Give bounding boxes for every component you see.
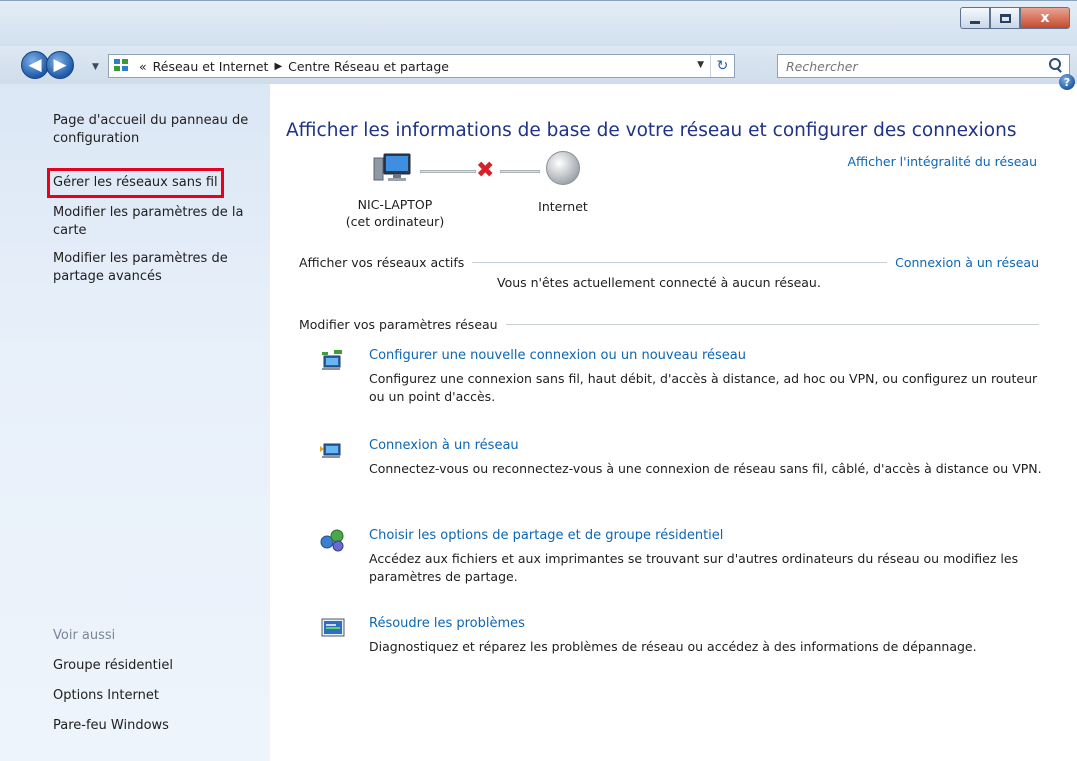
refresh-button[interactable]: ↻ bbox=[710, 55, 734, 77]
internet-globe-icon bbox=[546, 151, 580, 185]
computer-icon bbox=[373, 153, 411, 181]
minimize-button[interactable] bbox=[960, 7, 990, 29]
back-arrow-icon: ◀ bbox=[28, 55, 42, 75]
homegroup-sharing-icon bbox=[320, 529, 344, 552]
breadcrumb-overflow[interactable]: « bbox=[139, 59, 147, 74]
breadcrumb-centre-reseau[interactable]: Centre Réseau et partage bbox=[288, 59, 449, 74]
breadcrumb-reseau-internet[interactable]: Réseau et Internet bbox=[153, 59, 269, 74]
change-advanced-sharing-link[interactable]: Modifier les paramètres de partage avanc… bbox=[53, 250, 253, 286]
connection-line-left bbox=[420, 170, 476, 173]
navigation-bar: ◀ ▶ ▼ « Réseau et Internet ▶ Centre Rése… bbox=[0, 46, 1077, 84]
troubleshoot-link[interactable]: Résoudre les problèmes bbox=[369, 616, 525, 631]
task-connect-network: Connexion à un réseau Connectez-vous ou … bbox=[320, 438, 1042, 508]
window-titlebar: x bbox=[0, 0, 1077, 46]
breadcrumb-separator-icon[interactable]: ▶ bbox=[274, 61, 282, 72]
maximize-icon bbox=[999, 13, 1011, 23]
task-sharing-options: Choisir les options de partage et de gro… bbox=[320, 528, 1040, 598]
connection-line-right bbox=[500, 170, 540, 173]
minimize-icon bbox=[970, 20, 980, 24]
task-troubleshoot: Résoudre les problèmes Diagnostiquez et … bbox=[320, 616, 1040, 666]
maximize-button[interactable] bbox=[990, 7, 1020, 29]
change-adapter-settings-link[interactable]: Modifier les paramètres de la carte bbox=[53, 204, 263, 240]
connect-network-icon bbox=[320, 443, 341, 458]
sharing-options-link[interactable]: Choisir les options de partage et de gro… bbox=[369, 528, 723, 543]
control-panel-home-link[interactable]: Page d'accueil du panneau de configurati… bbox=[53, 112, 263, 148]
change-settings-header: Modifier vos paramètres réseau bbox=[299, 317, 1039, 332]
setup-connection-description: Configurez une connexion sans fil, haut … bbox=[369, 371, 1038, 404]
troubleshoot-description: Diagnostiquez et réparez les problèmes d… bbox=[369, 639, 977, 654]
see-also-header: Voir aussi bbox=[53, 628, 116, 643]
computer-subtitle: (cet ordinateur) bbox=[345, 214, 445, 229]
search-icon[interactable] bbox=[1049, 58, 1063, 72]
connect-to-network-link[interactable]: Connexion à un réseau bbox=[895, 255, 1039, 270]
not-connected-status: Vous n'êtes actuellement connecté à aucu… bbox=[497, 275, 821, 290]
task-pane: Page d'accueil du panneau de configurati… bbox=[0, 84, 270, 761]
page-title: Afficher les informations de base de vot… bbox=[286, 120, 1017, 141]
active-networks-label: Afficher vos réseaux actifs bbox=[299, 255, 465, 270]
forward-button[interactable]: ▶ bbox=[46, 51, 74, 79]
connect-network-description: Connectez-vous ou reconnectez-vous à une… bbox=[369, 461, 1042, 476]
disconnected-x-icon: ✖ bbox=[476, 158, 495, 183]
back-button[interactable]: ◀ bbox=[21, 51, 49, 79]
close-button[interactable]: x bbox=[1020, 7, 1070, 29]
internet-label: Internet bbox=[538, 199, 588, 214]
recent-pages-dropdown[interactable]: ▼ bbox=[92, 62, 99, 72]
help-icon[interactable]: ? bbox=[1059, 74, 1075, 90]
network-folder-icon bbox=[113, 58, 131, 74]
see-full-map-link[interactable]: Afficher l'intégralité du réseau bbox=[847, 154, 1037, 169]
connect-network-link[interactable]: Connexion à un réseau bbox=[369, 438, 519, 453]
see-also-homegroup-link[interactable]: Groupe résidentiel bbox=[53, 657, 173, 675]
address-bar[interactable]: « Réseau et Internet ▶ Centre Réseau et … bbox=[108, 54, 735, 78]
address-dropdown-icon[interactable]: ▼ bbox=[697, 60, 704, 70]
task-setup-connection: Configurer une nouvelle connexion ou un … bbox=[320, 348, 1040, 418]
change-settings-label: Modifier vos paramètres réseau bbox=[299, 317, 498, 332]
manage-wireless-networks-link[interactable]: Gérer les réseaux sans fil bbox=[47, 168, 224, 198]
close-icon: x bbox=[1040, 10, 1050, 26]
sharing-options-description: Accédez aux fichiers et aux imprimantes … bbox=[369, 551, 1019, 584]
forward-arrow-icon: ▶ bbox=[53, 55, 67, 75]
troubleshoot-icon bbox=[321, 618, 345, 637]
main-content: ? Afficher les informations de base de v… bbox=[270, 74, 1077, 761]
setup-connection-link[interactable]: Configurer une nouvelle connexion ou un … bbox=[369, 348, 746, 363]
computer-node: NIC-LAPTOP (cet ordinateur) bbox=[330, 196, 460, 230]
section-divider bbox=[505, 324, 1039, 325]
see-also-internet-options-link[interactable]: Options Internet bbox=[53, 687, 159, 705]
section-divider bbox=[472, 262, 888, 263]
new-connection-icon bbox=[322, 350, 342, 370]
search-input[interactable] bbox=[778, 55, 1028, 77]
active-networks-header: Afficher vos réseaux actifs Connexion à … bbox=[299, 255, 1039, 270]
search-box[interactable] bbox=[777, 54, 1070, 78]
computer-name: NIC-LAPTOP bbox=[357, 197, 433, 212]
see-also-windows-firewall-link[interactable]: Pare-feu Windows bbox=[53, 717, 169, 735]
refresh-icon: ↻ bbox=[716, 58, 729, 74]
